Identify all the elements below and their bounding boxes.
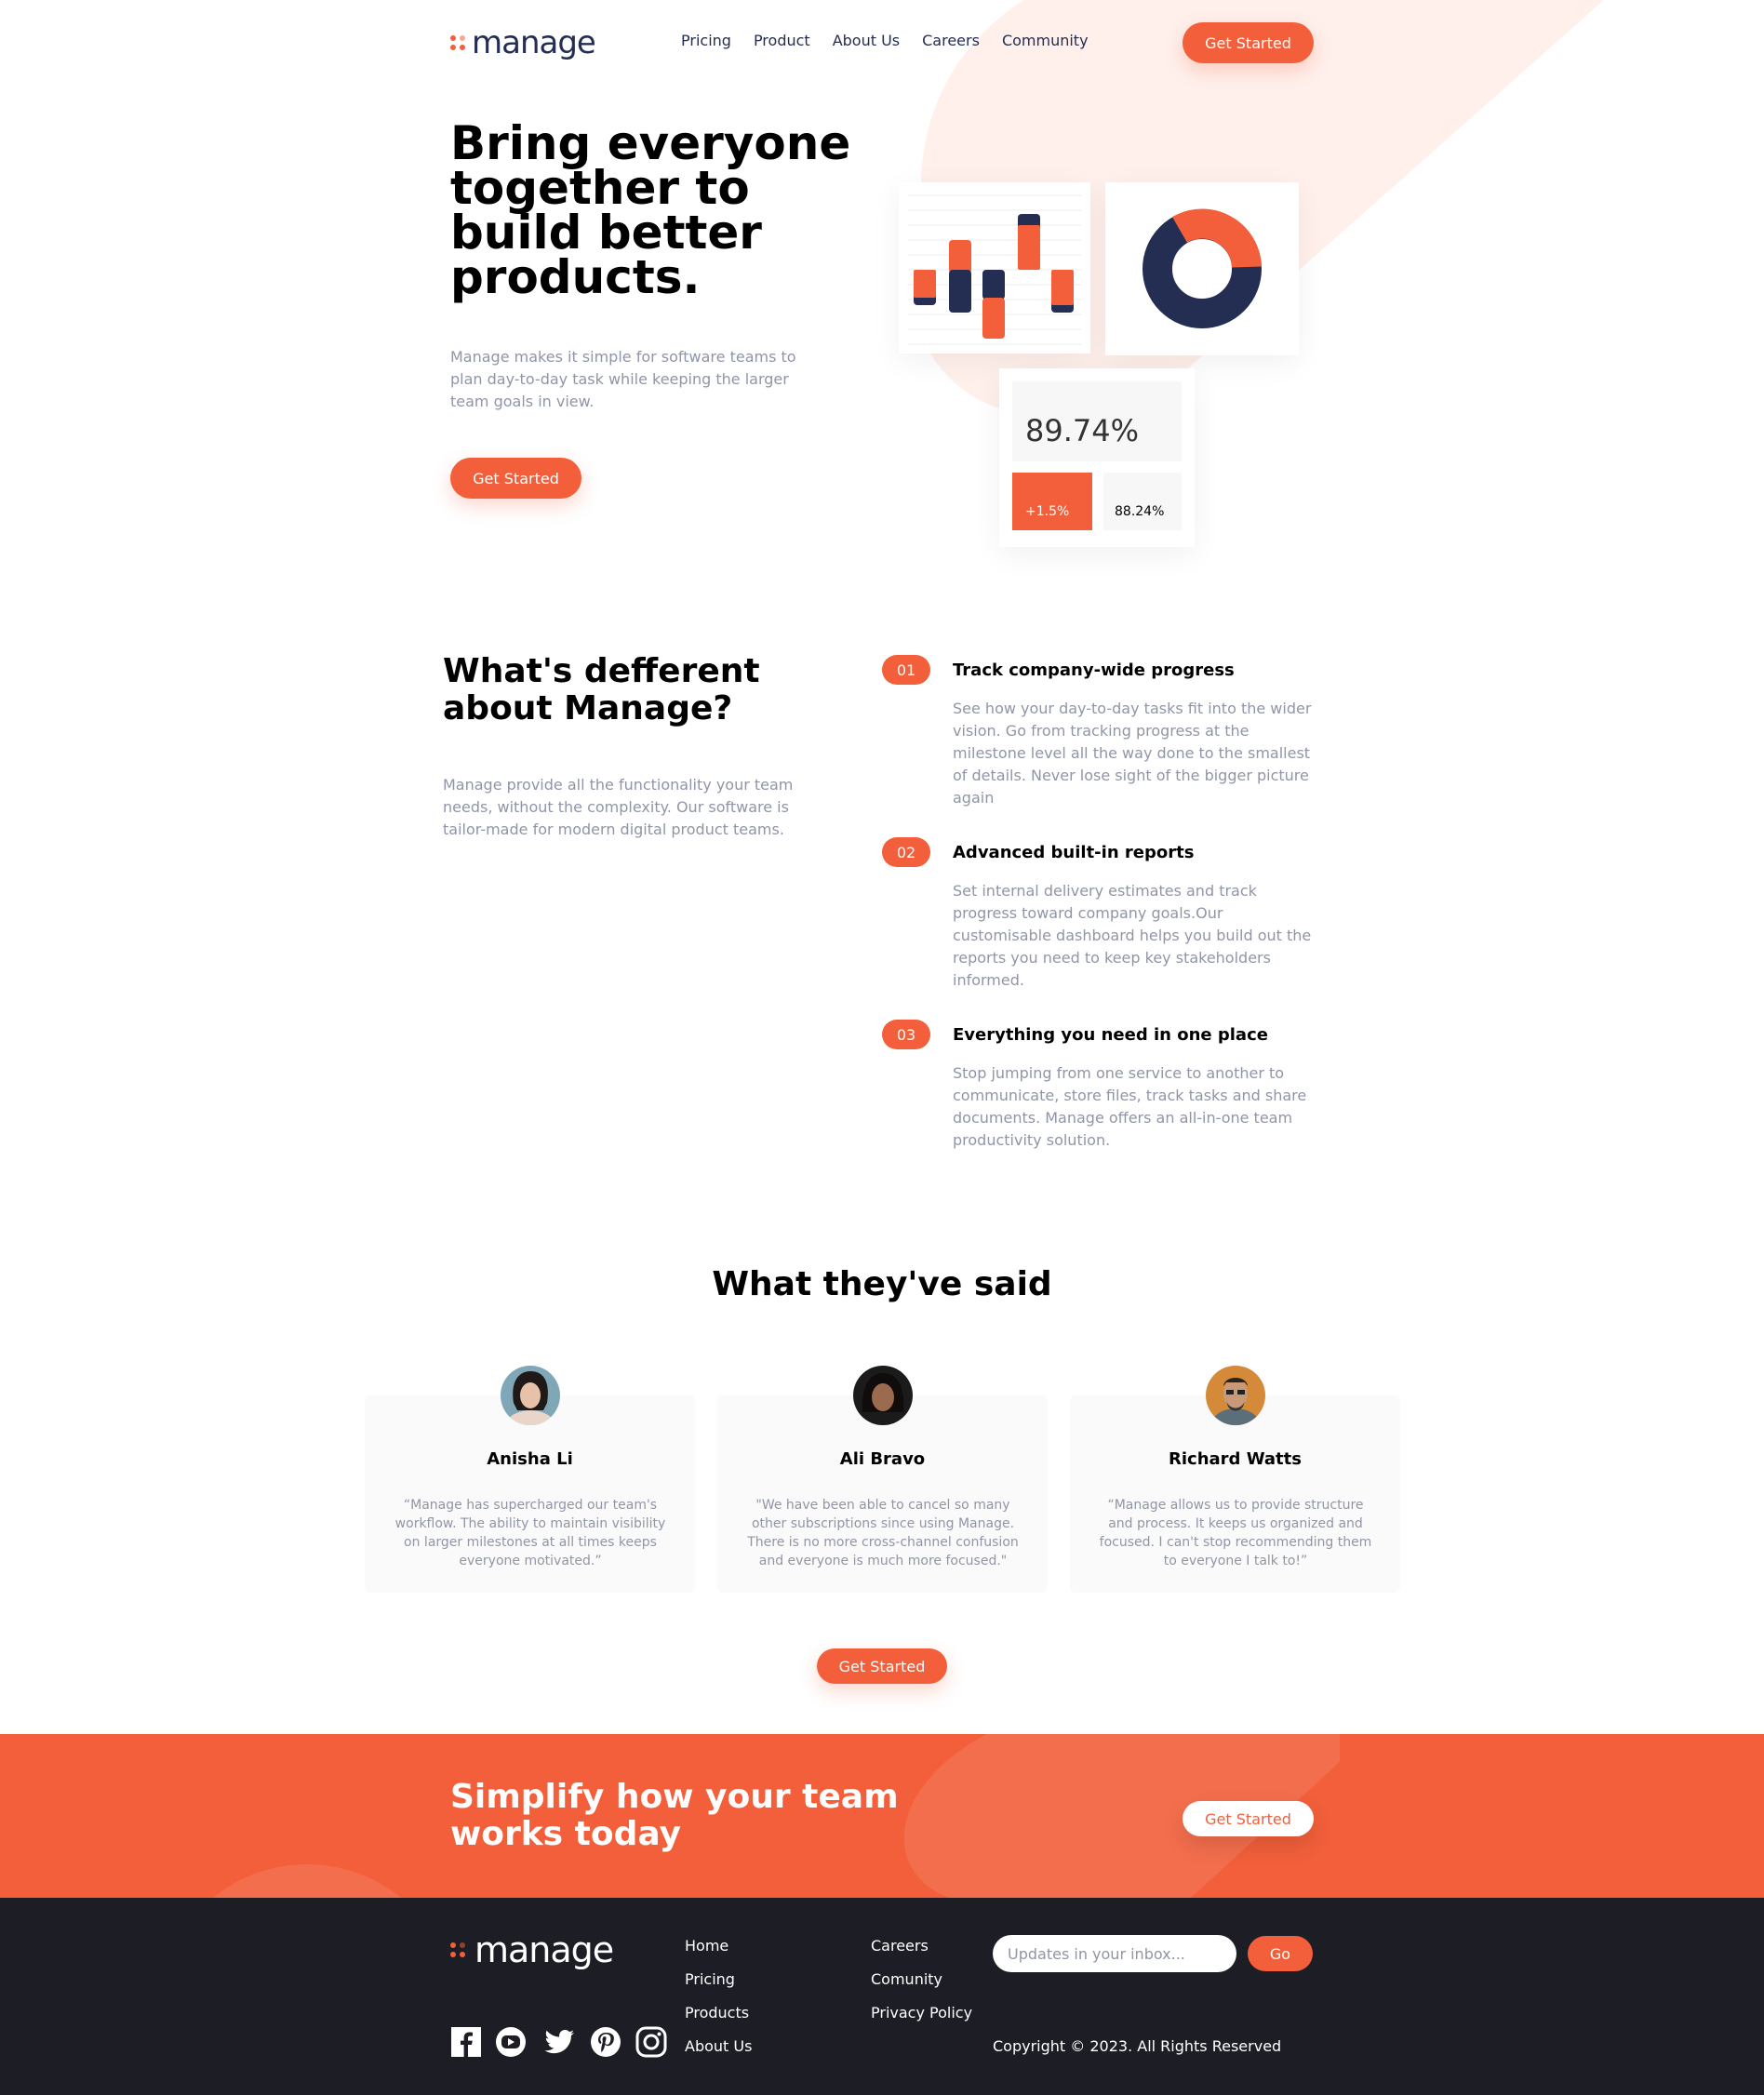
header-get-started-button[interactable]: Get Started: [1183, 22, 1314, 63]
donut-chart-card: [1105, 182, 1299, 355]
footer-link-products[interactable]: Products: [685, 2004, 749, 2022]
footer-logo[interactable]: manage: [450, 1929, 614, 1970]
testimonial-quote: “Manage has supercharged our team's work…: [394, 1498, 666, 1568]
footer-link-privacy-policy[interactable]: Privacy Policy: [871, 2004, 972, 2022]
nav-product[interactable]: Product: [754, 32, 810, 49]
testimonial-quote: “Manage allows us to provide structure a…: [1099, 1498, 1372, 1568]
nav-pricing[interactable]: Pricing: [681, 32, 731, 49]
newsletter-input[interactable]: Updates in your inbox...: [993, 1935, 1236, 1972]
footer-copyright: Copyright © 2023. All Rights Reserved: [993, 2037, 1282, 2055]
testimonial-name: Ali Bravo: [839, 1449, 926, 1469]
footer: manage Home Pricing Products About Us Ca…: [0, 1898, 1764, 2095]
hero-get-started-button[interactable]: Get Started: [450, 458, 581, 499]
logo-mark-icon: [450, 35, 465, 50]
stats-change-box: [1012, 473, 1092, 530]
footer-link-pricing[interactable]: Pricing: [685, 1970, 735, 1988]
stats-card: 89.74% +1.5% 88.24%: [999, 368, 1195, 547]
testimonial-name: Richard Watts: [1169, 1449, 1302, 1469]
testimonial-name: Anisha Li: [487, 1449, 573, 1469]
cta-banner: Simplify how your team works today Get S…: [0, 1734, 1764, 1898]
bar-chart-card: [899, 182, 1090, 354]
facebook-icon[interactable]: [450, 2026, 482, 2058]
instagram-icon[interactable]: [635, 2026, 667, 2058]
testimonials-title: What they've said: [712, 1265, 1052, 1303]
bar-chart-illustration: [908, 194, 1081, 345]
youtube-icon[interactable]: [495, 2026, 527, 2058]
footer-link-community[interactable]: Comunity: [871, 1970, 942, 1988]
feature-text: Set internal delivery estimates and trac…: [953, 882, 1312, 989]
cta-get-started-button[interactable]: Get Started: [1183, 1801, 1314, 1836]
feature-number-badge: 03: [882, 1020, 930, 1049]
features-title: What's defferent about Manage?: [443, 652, 760, 727]
hero-bg-shape: [921, 0, 1604, 419]
twitter-icon[interactable]: [543, 2026, 575, 2058]
donut-chart-illustration: [1143, 208, 1262, 328]
feature-text: See how your day-to-day tasks fit into t…: [953, 700, 1312, 807]
testimonial-card: Ali Bravo "We have been able to cancel s…: [717, 1366, 1048, 1593]
stats-secondary-value: 88.24%: [1115, 504, 1165, 519]
logo-mark-icon: [450, 1942, 465, 1957]
hero-title: Bring everyone together to build better …: [450, 116, 851, 304]
hero-description: Manage makes it simple for software team…: [450, 348, 796, 410]
newsletter-go-button[interactable]: Go: [1248, 1936, 1313, 1971]
stats-main-percent: 89.74%: [1025, 413, 1140, 448]
main-nav: Pricing Product About Us Careers Communi…: [681, 32, 1089, 49]
footer-link-home[interactable]: Home: [685, 1937, 728, 1955]
avatar: [1206, 1366, 1265, 1425]
feature-title: Advanced built-in reports: [953, 843, 1195, 862]
stats-change-value: +1.5%: [1025, 504, 1070, 519]
header-logo[interactable]: manage: [450, 24, 596, 61]
stats-secondary-box: [1103, 473, 1182, 530]
nav-careers[interactable]: Careers: [922, 32, 980, 49]
testimonial-card: Richard Watts “Manage allows us to provi…: [1070, 1366, 1400, 1593]
avatar: [853, 1366, 913, 1425]
footer-logo-text: manage: [474, 1929, 614, 1970]
footer-link-careers[interactable]: Careers: [871, 1937, 929, 1955]
features-description: Manage provide all the functionality you…: [443, 776, 794, 838]
feature-text: Stop jumping from one service to another…: [953, 1064, 1307, 1149]
logo-text: manage: [472, 24, 596, 61]
footer-link-about-us[interactable]: About Us: [685, 2037, 752, 2055]
feature-title: Track company-wide progress: [953, 661, 1235, 680]
feature-number-badge: 02: [882, 837, 930, 867]
testimonial-card: Anisha Li “Manage has supercharged our t…: [365, 1366, 695, 1593]
feature-title: Everything you need in one place: [953, 1025, 1268, 1045]
nav-about-us[interactable]: About Us: [833, 32, 900, 49]
cta-title: Simplify how your team works today: [450, 1778, 899, 1853]
pinterest-icon[interactable]: [590, 2026, 621, 2058]
testimonial-quote: "We have been able to cancel so many oth…: [747, 1498, 1019, 1568]
nav-community[interactable]: Community: [1002, 32, 1089, 49]
testimonials-get-started-button[interactable]: Get Started: [817, 1648, 947, 1684]
avatar: [501, 1366, 560, 1425]
feature-number-badge: 01: [882, 655, 930, 685]
